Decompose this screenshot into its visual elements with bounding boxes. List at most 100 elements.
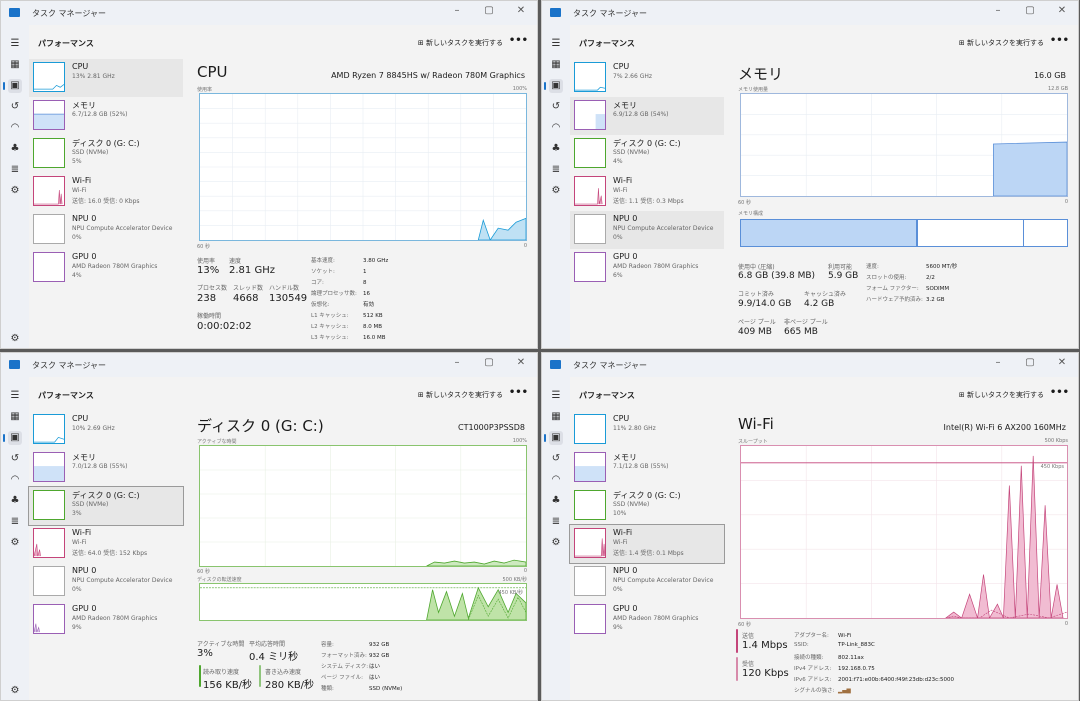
startup-icon[interactable]: ◠ <box>549 121 563 135</box>
spec-value: はい <box>369 675 381 681</box>
memory-composition-label: メモリ構成 <box>738 211 764 217</box>
tile-sub: 6.9/12.8 GB (54%) <box>613 111 669 118</box>
more-options-button[interactable]: ••• <box>509 35 528 46</box>
more-options-button[interactable]: ••• <box>509 387 528 398</box>
tile-npu[interactable]: NPU 0 NPU Compute Accelerator Device 0% <box>29 211 183 249</box>
services-icon[interactable]: ⚙ <box>8 184 22 198</box>
processes-icon[interactable]: ▦ <box>549 410 563 424</box>
processes-icon[interactable]: ▦ <box>8 58 22 72</box>
tile-name: NPU 0 <box>613 566 638 575</box>
processes-icon[interactable]: ▦ <box>549 58 563 72</box>
history-icon[interactable]: ↺ <box>549 100 563 114</box>
tile-disk[interactable]: ディスク 0 (G: C:) SSD (NVMe) 10% <box>570 487 724 525</box>
tile-graph <box>33 414 65 444</box>
tile-memory[interactable]: メモリ 6.9/12.8 GB (54%) <box>570 97 724 135</box>
tile-wifi[interactable]: Wi-Fi Wi-Fi 送信: 16.0 受信: 0 Kbps <box>29 173 183 211</box>
startup-icon[interactable]: ◠ <box>8 473 22 487</box>
tile-cpu[interactable]: CPU 13% 2.81 GHz <box>29 59 183 97</box>
spec-key: ページ ファイル: <box>321 675 363 681</box>
run-new-task-button[interactable]: ⊞ 新しいタスクを実行する <box>418 390 503 400</box>
tile-disk[interactable]: ディスク 0 (G: C:) SSD (NVMe) 4% <box>570 135 724 173</box>
tile-wifi[interactable]: Wi-Fi Wi-Fi 送信: 1.1 受信: 0.3 Mbps <box>570 173 724 211</box>
settings-icon[interactable]: ⚙ <box>8 684 22 698</box>
services-icon[interactable]: ⚙ <box>549 536 563 550</box>
stat-label: 書き込み速度 <box>265 669 302 676</box>
run-new-task-button[interactable]: ⊞ 新しいタスクを実行する <box>959 38 1044 48</box>
tile-graph <box>574 490 606 520</box>
tile-sub2: 0% <box>72 586 82 593</box>
tile-memory[interactable]: メモリ 6.7/12.8 GB (52%) <box>29 97 183 135</box>
minimize-icon[interactable]: – <box>992 357 1004 368</box>
performance-icon[interactable]: ▣ <box>3 431 22 445</box>
spec-key: ソケット: <box>311 269 335 275</box>
tile-sub: NPU Compute Accelerator Device <box>72 577 173 584</box>
performance-icon[interactable]: ▣ <box>544 79 563 93</box>
stat-value: 0.4 ミリ秒 <box>249 652 299 663</box>
disk-active-time-graph <box>199 445 527 567</box>
tile-npu[interactable]: NPU 0 NPU Compute Accelerator Device 0% <box>570 211 724 249</box>
tile-sub2: 3% <box>72 510 82 517</box>
tile-sub: Wi-Fi <box>72 539 87 546</box>
maximize-icon[interactable]: ▢ <box>1024 357 1036 368</box>
close-icon[interactable]: ✕ <box>515 357 527 368</box>
page-title: パフォーマンス <box>38 391 94 400</box>
users-icon[interactable]: ♣ <box>549 494 563 508</box>
stat-value: 6.8 GB (39.8 MB) <box>738 271 816 281</box>
tile-npu[interactable]: NPU 0 NPU Compute Accelerator Device 0% <box>29 563 183 601</box>
graph-max: 12.8 GB <box>1047 86 1068 92</box>
details-icon[interactable]: ≣ <box>8 163 22 177</box>
performance-icon[interactable]: ▣ <box>3 79 22 93</box>
tile-gpu[interactable]: GPU 0 AMD Radeon 780M Graphics 9% <box>29 601 183 639</box>
services-icon[interactable]: ⚙ <box>549 184 563 198</box>
startup-icon[interactable]: ◠ <box>8 121 22 135</box>
settings-icon[interactable]: ⚙ <box>8 332 22 346</box>
history-icon[interactable]: ↺ <box>8 100 22 114</box>
details-icon[interactable]: ≣ <box>549 515 563 529</box>
history-icon[interactable]: ↺ <box>549 452 563 466</box>
minimize-icon[interactable]: – <box>451 357 463 368</box>
tile-memory[interactable]: メモリ 7.0/12.8 GB (55%) <box>29 449 183 487</box>
history-icon[interactable]: ↺ <box>8 452 22 466</box>
tile-gpu[interactable]: GPU 0 AMD Radeon 780M Graphics 9% <box>570 601 724 639</box>
tile-memory[interactable]: メモリ 7.1/12.8 GB (55%) <box>570 449 724 487</box>
maximize-icon[interactable]: ▢ <box>1024 5 1036 16</box>
close-icon[interactable]: ✕ <box>515 5 527 16</box>
more-options-button[interactable]: ••• <box>1050 387 1069 398</box>
run-new-task-button[interactable]: ⊞ 新しいタスクを実行する <box>959 390 1044 400</box>
more-options-button[interactable]: ••• <box>1050 35 1069 46</box>
close-icon[interactable]: ✕ <box>1056 357 1068 368</box>
startup-icon[interactable]: ◠ <box>549 473 563 487</box>
stat-value: 4.2 GB <box>804 299 835 309</box>
minimize-icon[interactable]: – <box>451 5 463 16</box>
tile-gpu[interactable]: GPU 0 AMD Radeon 780M Graphics 4% <box>29 249 183 287</box>
details-icon[interactable]: ≣ <box>549 163 563 177</box>
maximize-icon[interactable]: ▢ <box>483 357 495 368</box>
hamburger-icon[interactable]: ☰ <box>549 389 563 403</box>
hamburger-icon[interactable]: ☰ <box>8 37 22 51</box>
users-icon[interactable]: ♣ <box>8 494 22 508</box>
hamburger-icon[interactable]: ☰ <box>549 37 563 51</box>
tile-cpu[interactable]: CPU 11% 2.80 GHz <box>570 411 724 449</box>
minimize-icon[interactable]: – <box>992 5 1004 16</box>
maximize-icon[interactable]: ▢ <box>483 5 495 16</box>
tile-disk[interactable]: ディスク 0 (G: C:) SSD (NVMe) 5% <box>29 135 183 173</box>
users-icon[interactable]: ♣ <box>549 142 563 156</box>
tile-graph <box>574 452 606 482</box>
tile-cpu[interactable]: CPU 10% 2.69 GHz <box>29 411 183 449</box>
tile-gpu[interactable]: GPU 0 AMD Radeon 780M Graphics 6% <box>570 249 724 287</box>
hamburger-icon[interactable]: ☰ <box>8 389 22 403</box>
tile-cpu[interactable]: CPU 7% 2.66 GHz <box>570 59 724 97</box>
services-icon[interactable]: ⚙ <box>8 536 22 550</box>
details-icon[interactable]: ≣ <box>8 515 22 529</box>
tile-disk[interactable]: ディスク 0 (G: C:) SSD (NVMe) 3% <box>28 486 184 526</box>
performance-icon[interactable]: ▣ <box>544 431 563 445</box>
close-icon[interactable]: ✕ <box>1056 5 1068 16</box>
tile-npu[interactable]: NPU 0 NPU Compute Accelerator Device 0% <box>570 563 724 601</box>
tile-wifi[interactable]: Wi-Fi Wi-Fi 送信: 1.4 受信: 0.1 Mbps <box>569 524 725 564</box>
title-bar: タスク マネージャー – ▢ ✕ <box>1 353 537 377</box>
spec-key: 容量: <box>321 642 334 648</box>
users-icon[interactable]: ♣ <box>8 142 22 156</box>
run-new-task-button[interactable]: ⊞ 新しいタスクを実行する <box>418 38 503 48</box>
processes-icon[interactable]: ▦ <box>8 410 22 424</box>
tile-wifi[interactable]: Wi-Fi Wi-Fi 送信: 64.0 受信: 152 Kbps <box>29 525 183 563</box>
